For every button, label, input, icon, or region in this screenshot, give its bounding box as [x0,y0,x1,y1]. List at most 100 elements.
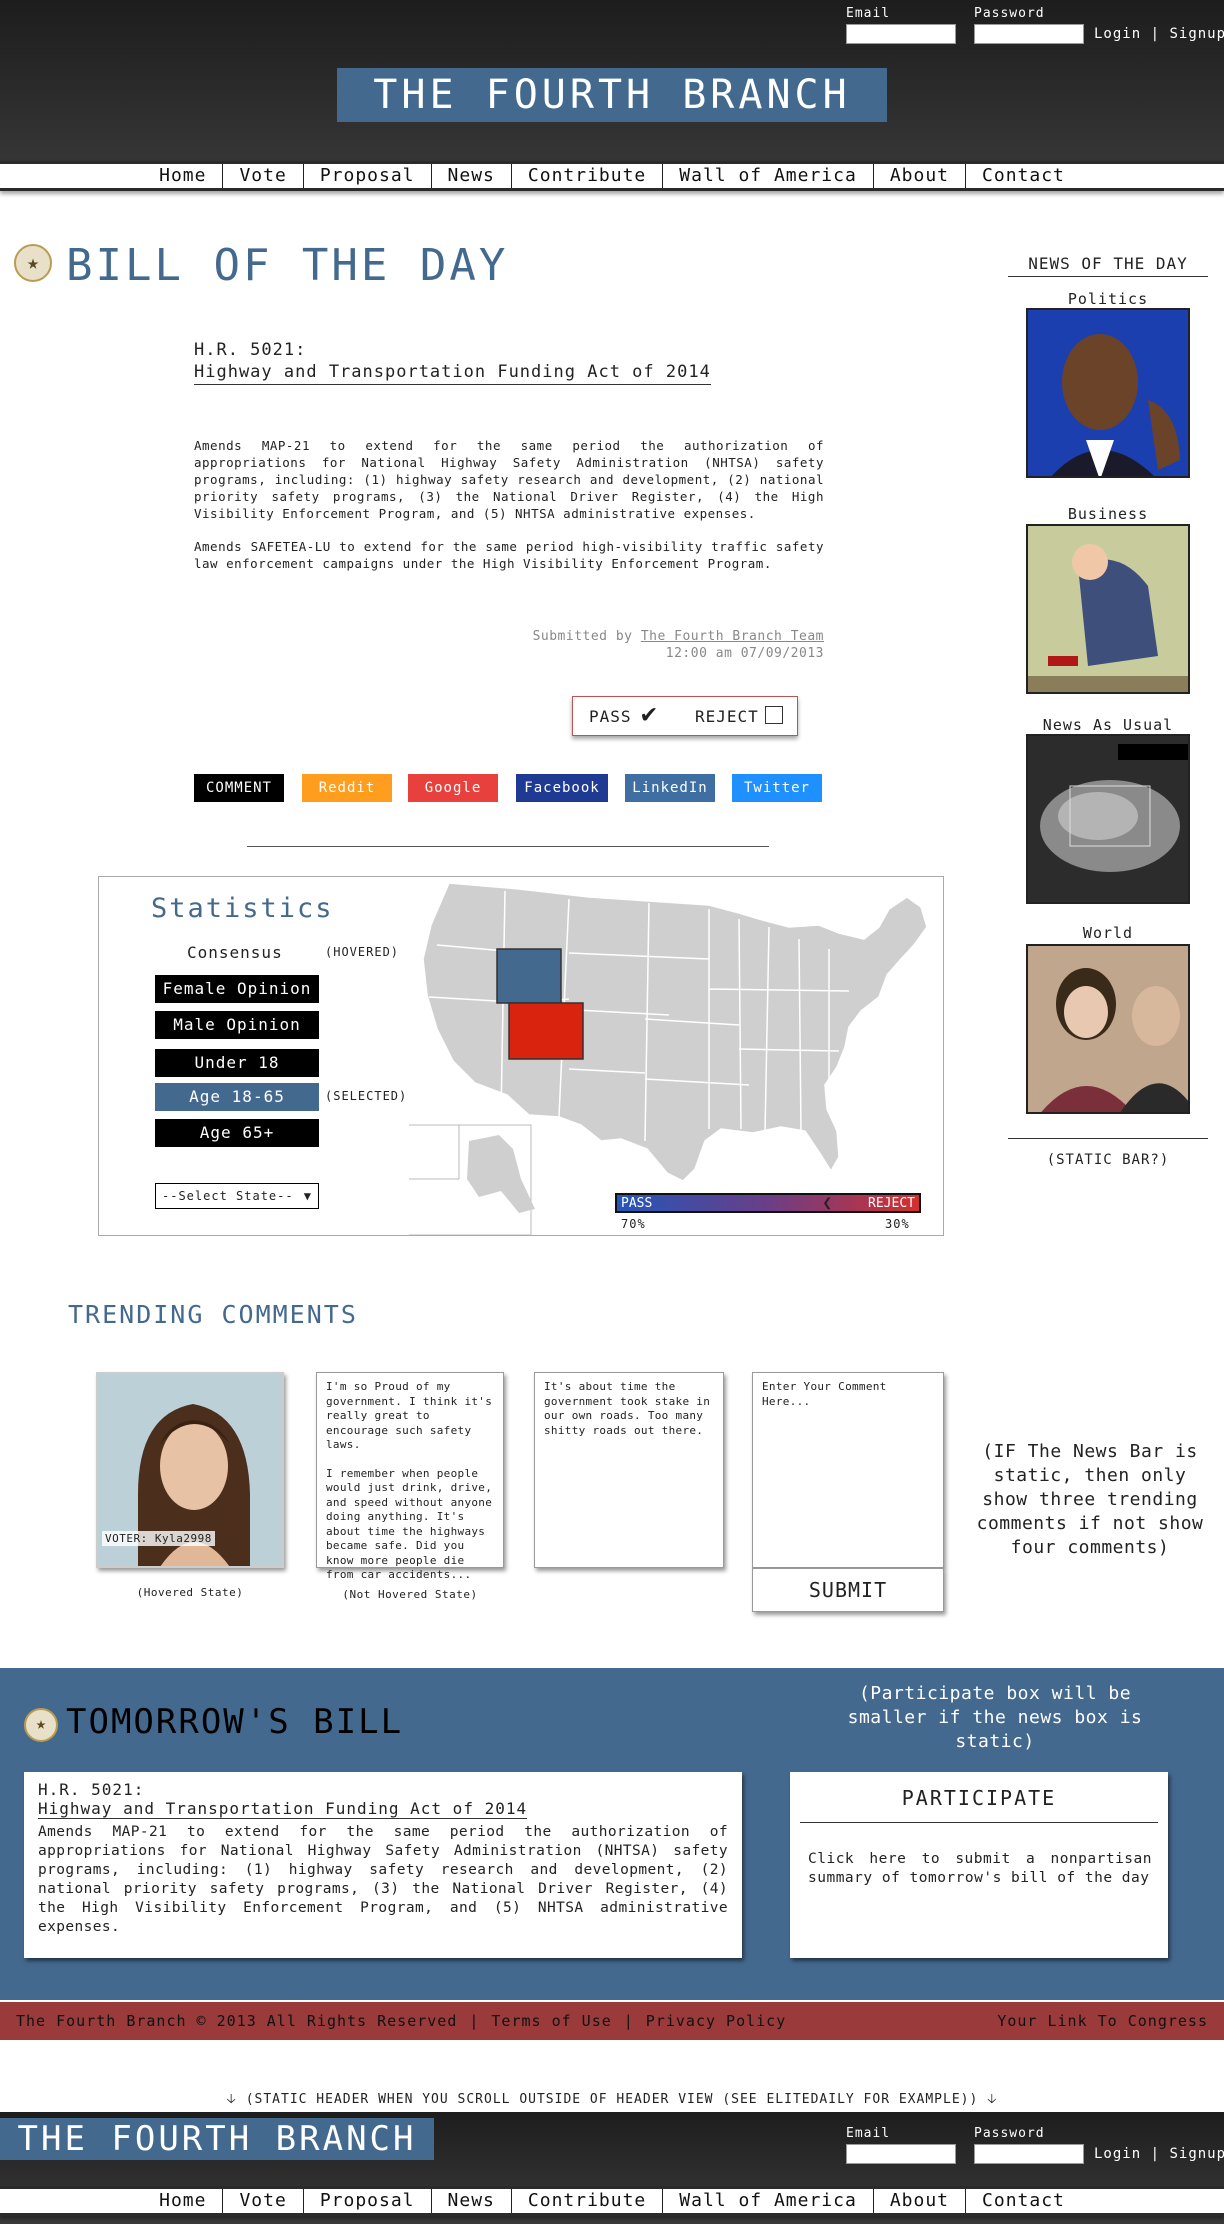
politics-image [1028,310,1188,476]
tomorrow-bill-name: Highway and Transportation Funding Act o… [38,1799,528,1819]
submit-comment-button[interactable]: SUBMIT [752,1568,944,1612]
nav-home[interactable]: Home [143,2189,222,2213]
nav-contact[interactable]: Contact [965,2189,1081,2213]
pass-bar-label: PASS [621,1196,653,1211]
comment-input-placeholder: Enter Your Comment Here... [762,1380,887,1408]
nav-vote[interactable]: Vote [222,2189,302,2213]
news-item-politics[interactable] [1026,308,1190,478]
under-18-button[interactable]: Under 18 [155,1049,319,1077]
nav-about[interactable]: About [872,2189,965,2213]
comment-text: I'm so Proud of my government. I think i… [326,1380,493,1451]
nav-contact[interactable]: Contact [965,164,1081,188]
facebook-share-button[interactable]: Facebook [516,774,608,802]
tomorrow-bill-summary: Amends MAP-21 to extend for the same per… [38,1824,728,1935]
email-field[interactable] [846,2144,956,2164]
static-bar-note: (STATIC BAR?) [1046,1152,1170,1168]
alaska-hawaii-inset [409,1124,535,1235]
comment-card[interactable]: I'm so Proud of my government. I think i… [316,1372,504,1581]
privacy-link[interactable]: Privacy Policy [640,2012,792,2030]
news-static-rule [1008,1138,1208,1139]
consensus-option[interactable]: Consensus [187,943,283,962]
state-select-value: --Select State-- [162,1189,294,1203]
nav-about[interactable]: About [872,164,965,188]
auth-separator: | [1150,2146,1161,2162]
statistics-title: Statistics [151,893,334,924]
age-18-65-button[interactable]: Age 18-65 [155,1083,319,1111]
nav-contribute[interactable]: Contribute [510,2189,662,2213]
participate-note: (Participate box will be smaller if the … [847,1683,1143,1752]
reddit-share-button[interactable]: Reddit [302,774,392,802]
age-65-plus-button[interactable]: Age 65+ [155,1119,319,1147]
nav-news[interactable]: News [430,2189,511,2213]
twitter-share-button[interactable]: Twitter [732,774,822,802]
news-as-usual-image [1028,736,1188,902]
reject-label: REJECT [695,707,759,726]
news-label-news-as-usual: News As Usual [1042,716,1174,734]
submitted-prefix: Submitted by [532,629,633,644]
male-opinion-button[interactable]: Male Opinion [155,1011,319,1039]
world-image [1028,946,1188,1112]
nav-proposal[interactable]: Proposal [302,164,431,188]
email-label: Email [846,6,891,21]
congress-link[interactable]: Your Link To Congress [997,2002,1208,2040]
static-site-logo[interactable]: THE FOURTH BRANCH [0,2118,434,2160]
site-logo[interactable]: THE FOURTH BRANCH [337,68,887,122]
bill-summary-2: Amends SAFETEA-LU to extend for the same… [194,539,824,571]
participate-card[interactable]: PARTICIPATE Click here to submit a nonpa… [790,1772,1168,1958]
nav-home[interactable]: Home [143,164,222,188]
nav-wall-of-america[interactable]: Wall of America [662,2189,873,2213]
voter-photo-card[interactable]: VOTER: Kyla2998 [96,1372,284,1568]
vote-box: PASS ✔ REJECT [572,696,798,736]
tomorrows-bill-title: TOMORROW'S BILL [66,1702,404,1742]
participate-title: PARTICIPATE [901,1786,1057,1810]
news-item-news-as-usual[interactable] [1026,734,1190,904]
linkedin-share-button[interactable]: LinkedIn [625,774,715,802]
selected-note: (SELECTED) [325,1089,408,1103]
email-field[interactable] [846,24,956,44]
nav-wall-of-america[interactable]: Wall of America [662,164,873,188]
not-hovered-caption: (Not Hovered State) [342,1588,478,1601]
submitter-link[interactable]: The Fourth Branch Team [641,629,824,644]
nav-vote[interactable]: Vote [222,164,302,188]
pass-checkbox[interactable]: ✔ [641,701,659,727]
nav-contribute[interactable]: Contribute [510,164,662,188]
arrow-down-icon: 🡣 [226,2092,237,2107]
pass-percent: 70% [621,1217,646,1231]
password-field[interactable] [974,2144,1084,2164]
main-nav: Home Vote Proposal News Contribute Wall of Am… [0,161,1224,191]
bill-name: Highway and Transportation Funding Act o… [194,362,711,385]
terms-link[interactable]: Terms of Use [485,2012,617,2030]
news-item-world[interactable] [1026,944,1190,1114]
wyoming-state[interactable] [496,948,562,1004]
comment-input[interactable]: Enter Your Comment Here... [752,1372,944,1568]
state-select[interactable]: --Select State-- ▼ [155,1183,319,1209]
news-item-business[interactable] [1026,524,1190,694]
comment-button[interactable]: COMMENT [194,774,284,802]
seal-icon: ★ [24,1708,58,1742]
static-header: THE FOURTH BRANCH Email Password Login |… [0,2112,1224,2224]
reject-checkbox[interactable] [765,706,783,724]
statistics-panel: Statistics Consensus (HOVERED) Female Op… [98,876,944,1236]
login-link[interactable]: Login [1094,26,1141,42]
bill-summary-1: Amends MAP-21 to extend for the same per… [194,438,824,521]
auth-links: Login | Signup [1094,26,1224,42]
female-opinion-button[interactable]: Female Opinion [155,975,319,1003]
static-header-note-text: (STATIC HEADER WHEN YOU SCROLL OUTSIDE O… [245,2092,979,2107]
password-label: Password [974,2126,1045,2141]
nav-news[interactable]: News [430,164,511,188]
login-link[interactable]: Login [1094,2146,1141,2162]
signup-link[interactable]: Signup [1169,2146,1224,2162]
site-header: Email Password Login | Signup THE FOURTH… [0,0,1224,191]
submitted-time: 12:00 am 07/09/2013 [665,646,824,661]
password-field[interactable] [974,24,1084,44]
us-map[interactable] [409,879,939,1235]
nav-proposal[interactable]: Proposal [302,2189,431,2213]
comment-card[interactable]: It's about time the government took stak… [534,1372,724,1568]
tomorrow-bill-number: H.R. 5021: [38,1780,145,1799]
colorado-state[interactable] [508,1002,584,1060]
google-share-button[interactable]: Google [408,774,498,802]
comment-text: It's about time the government took stak… [544,1380,711,1437]
signup-link[interactable]: Signup [1169,26,1224,42]
bar-marker-icon: ❮ [822,1193,833,1212]
submission-info: Submitted by The Fourth Branch Team 12:0… [450,628,824,662]
